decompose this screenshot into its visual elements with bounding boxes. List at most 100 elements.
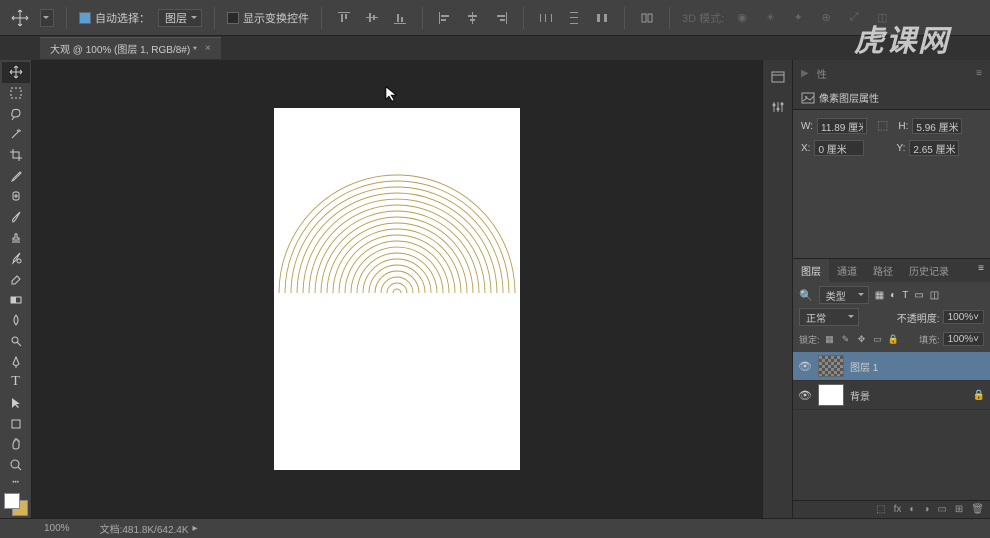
filter-type-dropdown[interactable]: 类型 — [819, 286, 869, 304]
healing-tool[interactable] — [2, 186, 30, 207]
auto-align-icon[interactable] — [637, 9, 657, 27]
dock-adjustments-icon[interactable] — [767, 96, 789, 118]
layers-list: 👁 图层 1 👁 背景 🔒 — [793, 352, 990, 500]
tab-history[interactable]: 历史记录 — [901, 259, 957, 282]
auto-select-value: 图层 — [165, 10, 187, 26]
wand-tool[interactable] — [2, 124, 30, 145]
filter-type-label: 类型 — [826, 288, 846, 303]
opacity-input[interactable]: 100% ˅ — [943, 310, 984, 324]
layers-footer: ⬚ fx ◐ ◑ ▭ ⊞ 🗑 — [793, 500, 990, 518]
tab-color-icon[interactable]: ▶ — [801, 68, 809, 79]
lock-pixels-icon[interactable]: ▦ — [824, 334, 836, 345]
dock-history-icon[interactable] — [767, 66, 789, 88]
divider — [321, 7, 322, 29]
distribute-h-icon[interactable] — [536, 9, 556, 27]
tab-channels[interactable]: 通道 — [829, 259, 865, 282]
tab-layers[interactable]: 图层 — [793, 259, 829, 282]
blend-mode-dropdown[interactable]: 正常 — [799, 308, 859, 326]
type-tool[interactable]: T — [2, 372, 30, 393]
show-transform-label: 显示变换控件 — [243, 10, 309, 26]
mask-icon[interactable]: ◐ — [909, 504, 915, 515]
panel-menu-icon[interactable]: ≡ — [976, 68, 982, 79]
lasso-tool[interactable] — [2, 103, 30, 124]
auto-select-checkbox[interactable]: 自动选择： — [79, 10, 150, 26]
dodge-tool[interactable] — [2, 331, 30, 352]
auto-select-dropdown[interactable]: 图层 — [158, 9, 202, 27]
eraser-tool[interactable] — [2, 269, 30, 290]
new-layer-icon[interactable]: ⊞ — [955, 504, 963, 515]
gradient-tool[interactable] — [2, 289, 30, 310]
move-tool[interactable] — [2, 62, 30, 83]
filter-shape-icon[interactable]: ▭ — [914, 290, 923, 301]
panel-tab-strip-top: ▶ 性 ≡ — [793, 60, 990, 86]
toolbox: T ⋯ — [0, 60, 32, 518]
filter-smart-icon[interactable]: ◫ — [930, 290, 939, 301]
pen-tool[interactable] — [2, 351, 30, 372]
filter-pixel-icon[interactable]: ▦ — [875, 290, 884, 301]
canvas-area[interactable] — [32, 60, 762, 518]
marquee-tool[interactable] — [2, 83, 30, 104]
eyedropper-tool[interactable] — [2, 165, 30, 186]
align-vcenter-icon[interactable] — [362, 9, 382, 27]
doc-info[interactable]: 文档:481.8K/642.4K — [100, 521, 189, 536]
document-tab-title: 大观 @ 100% (图层 1, RGB/8#) * — [50, 41, 197, 56]
trash-icon[interactable]: 🗑 — [971, 504, 984, 515]
align-top-icon[interactable] — [334, 9, 354, 27]
foreground-swatch[interactable] — [4, 493, 20, 509]
visibility-icon[interactable]: 👁 — [798, 360, 812, 373]
layer-thumb[interactable] — [818, 384, 844, 406]
zoom-tool[interactable] — [2, 455, 30, 476]
link-layers-icon[interactable]: ⬚ — [876, 504, 885, 515]
align-right-icon[interactable] — [491, 9, 511, 27]
align-bottom-icon[interactable] — [390, 9, 410, 27]
layers-empty-area[interactable] — [793, 410, 990, 500]
tab-paths[interactable]: 路径 — [865, 259, 901, 282]
distribute-spacing-icon[interactable] — [592, 9, 612, 27]
brush-tool[interactable] — [2, 207, 30, 228]
layer-item[interactable]: 👁 图层 1 — [793, 352, 990, 381]
adjustment-icon[interactable]: ◑ — [923, 504, 929, 515]
color-swatches[interactable] — [4, 493, 28, 516]
distribute-v-icon[interactable] — [564, 9, 584, 27]
lock-paint-icon[interactable]: ✎ — [840, 334, 852, 345]
history-brush-tool[interactable] — [2, 248, 30, 269]
hand-tool[interactable] — [2, 434, 30, 455]
show-transform-checkbox[interactable]: 显示变换控件 — [227, 10, 309, 26]
search-icon[interactable]: 🔍 — [799, 289, 813, 302]
prop-w-input[interactable] — [817, 118, 867, 134]
lock-artboard-icon[interactable]: ▭ — [872, 334, 884, 345]
move-tool-preset[interactable] — [40, 9, 54, 27]
path-select-tool[interactable] — [2, 393, 30, 414]
layer-name-label: 图层 1 — [850, 359, 878, 374]
layer-item[interactable]: 👁 背景 🔒 — [793, 381, 990, 410]
stamp-tool[interactable] — [2, 227, 30, 248]
zoom-level[interactable]: 100% — [44, 523, 70, 534]
align-left-icon[interactable] — [435, 9, 455, 27]
fx-icon[interactable]: fx — [894, 504, 902, 515]
filter-adjust-icon[interactable]: ◐ — [890, 290, 896, 301]
fill-label: 填充: — [919, 333, 940, 346]
divider — [624, 7, 625, 29]
shape-tool[interactable] — [2, 413, 30, 434]
layer-thumb[interactable] — [818, 355, 844, 377]
prop-y-input[interactable] — [909, 140, 959, 156]
fill-input[interactable]: 100% ˅ — [943, 332, 984, 346]
filter-type-t-icon[interactable]: T — [902, 290, 908, 301]
lock-position-icon[interactable]: ✥ — [856, 334, 868, 345]
align-hcenter-icon[interactable] — [463, 9, 483, 27]
link-wh-icon[interactable]: ⬚ — [877, 118, 888, 134]
visibility-icon[interactable]: 👁 — [798, 389, 812, 402]
doc-info-arrow-icon[interactable]: ▸ — [193, 523, 198, 534]
crop-tool[interactable] — [2, 145, 30, 166]
close-tab-icon[interactable]: × — [205, 43, 211, 54]
blur-tool[interactable] — [2, 310, 30, 331]
prop-x-input[interactable] — [814, 140, 864, 156]
prop-h-input[interactable] — [912, 118, 962, 134]
document-tab[interactable]: 大观 @ 100% (图层 1, RGB/8#) * × — [40, 37, 221, 59]
tab-properties-title[interactable]: 性 — [817, 66, 827, 81]
lock-all-icon[interactable]: 🔒 — [888, 334, 900, 345]
toolbox-more-icon[interactable]: ⋯ — [2, 475, 30, 487]
prop-h-label: H: — [898, 121, 908, 132]
layers-panel-menu-icon[interactable]: ≡ — [972, 259, 990, 282]
group-icon[interactable]: ▭ — [937, 504, 946, 515]
